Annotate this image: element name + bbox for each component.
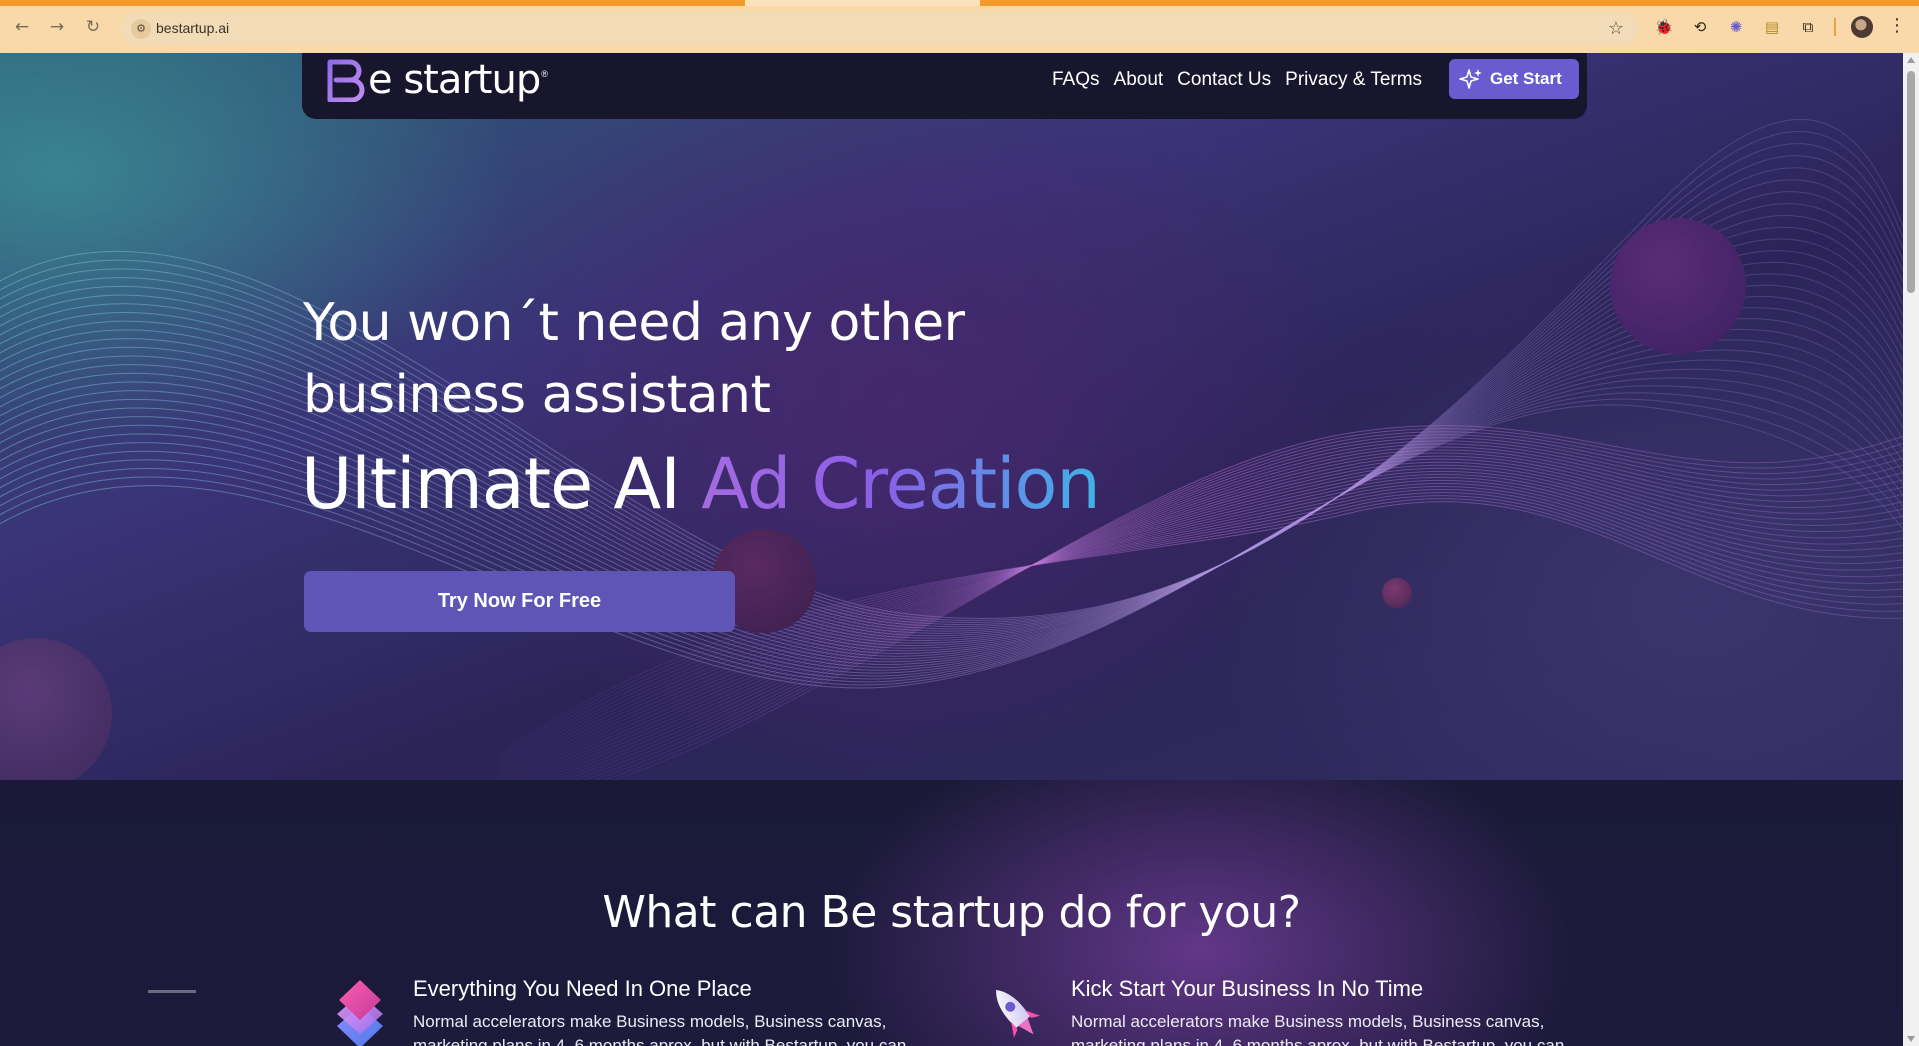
feature-body: Normal accelerators make Business models… [1071,1012,1565,1046]
nav-faqs[interactable]: FAQs [1045,67,1107,93]
forward-arrow-icon[interactable]: → [46,16,68,38]
tune-icon[interactable]: ⚙ [131,19,151,39]
hero-heading-line2: business assistant [303,365,771,425]
page-scrollbar[interactable] [1903,53,1919,1046]
features-section: What can Be startup do for you? Everythi… [0,780,1903,1046]
hero-section: e startup ® FAQs About Contact Us Privac… [0,53,1903,790]
extensions-icon[interactable]: ⧉ [1798,17,1818,37]
profile-avatar[interactable] [1851,16,1873,38]
feature-title: Everything You Need In One Place [413,976,752,1001]
address-bar[interactable]: ⚙ bestartup.ai ☆ [121,12,1638,45]
layers-icon [337,980,383,1046]
section-title: What can Be startup do for you? [602,887,1301,938]
hero-tagline: Ultimate AI Ad Creation [301,443,1101,525]
tagline-gradient: Ad Creation [701,443,1101,525]
nav-privacy-terms[interactable]: Privacy & Terms [1278,67,1429,93]
logo-b-icon [327,59,365,102]
page-viewport: e startup ® FAQs About Contact Us Privac… [0,53,1903,1046]
active-tab[interactable] [745,0,980,6]
scroll-down-arrow[interactable] [1907,1036,1915,1042]
back-arrow-icon[interactable]: ← [11,16,33,38]
try-now-button[interactable]: Try Now For Free [304,571,735,632]
feature-body: Normal accelerators make Business models… [413,1012,907,1046]
rocket-icon [996,989,1041,1038]
registered-mark: ® [541,69,548,79]
hero-heading-line1: You won´t need any other [303,293,965,353]
toolbar-divider [1834,18,1836,36]
brand-logo[interactable]: e startup ® [324,57,548,103]
sync-icon[interactable]: ⟲ [1690,17,1710,37]
tagline-plain: Ultimate AI [301,443,702,525]
reload-icon[interactable]: ↻ [82,16,104,38]
site-header: e startup ® FAQs About Contact Us Privac… [302,53,1587,119]
wave-background [0,119,1903,780]
star-icon[interactable]: ☆ [1608,18,1624,39]
horizontal-scroll-indicator [148,990,196,993]
feature-title: Kick Start Your Business In No Time [1071,976,1424,1001]
scroll-up-arrow[interactable] [1907,57,1915,63]
main-nav: FAQs About Contact Us Privacy & Terms [1045,67,1429,93]
nav-contact-us[interactable]: Contact Us [1170,67,1278,93]
decor-orb [1610,218,1746,354]
asterisk-icon[interactable]: ✺ [1726,17,1746,37]
scroll-thumb[interactable] [1907,71,1915,293]
logo-text: e startup [368,57,541,103]
nav-about[interactable]: About [1107,67,1171,93]
more-menu-icon[interactable]: ⋮ [1888,15,1906,39]
tab-strip [0,0,1919,6]
sparkle-icon [1459,69,1482,89]
extension-puzzle-icon[interactable]: 🐞 [1654,17,1674,37]
get-start-label: Get Start [1490,69,1562,88]
url-text[interactable]: bestartup.ai [156,20,229,36]
wallet-icon[interactable]: ▤ [1762,17,1782,37]
get-start-button[interactable]: Get Start [1449,59,1579,99]
decor-orb [1382,578,1412,608]
browser-toolbar: ← → ↻ ⚙ bestartup.ai ☆ 🐞 ⟲ ✺ ▤ ⧉ ⋮ [0,0,1919,53]
